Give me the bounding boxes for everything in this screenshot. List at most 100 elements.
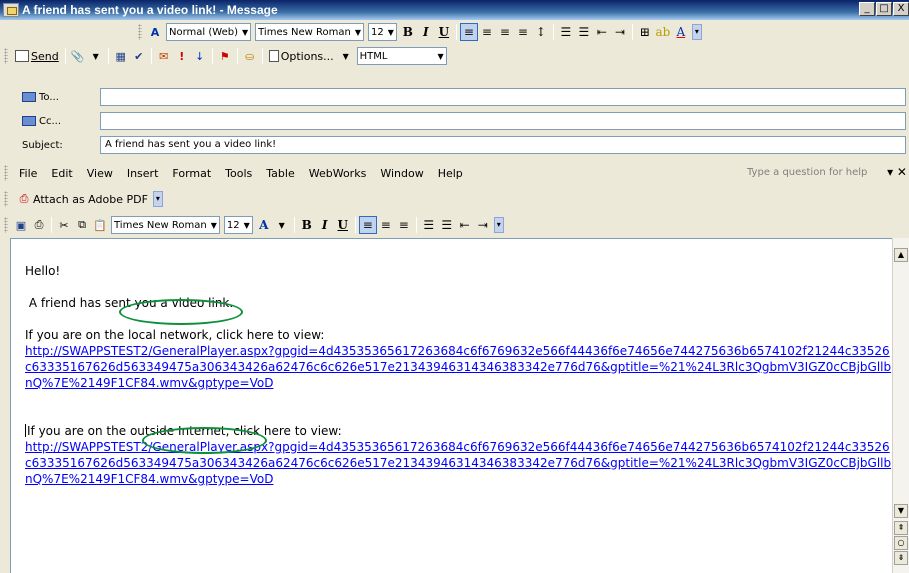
message-content[interactable]: Hello! A friend has sent you a video lin… (25, 263, 895, 487)
send-label: Send (31, 49, 59, 63)
align-left-icon[interactable]: ≡ (459, 23, 478, 41)
close-document-icon[interactable]: ▾ ✕ (887, 165, 907, 179)
send-icon (15, 50, 29, 62)
previous-object-icon[interactable]: ⇞ (894, 521, 908, 535)
toolbar-overflow-icon[interactable]: ▾ (691, 24, 702, 40)
maximize-button[interactable]: □ (876, 2, 892, 16)
toolbar-grip[interactable] (4, 191, 8, 207)
menu-edit[interactable]: Edit (44, 167, 79, 180)
menu-file[interactable]: File (12, 167, 44, 180)
copy-icon[interactable]: ⧉ (74, 217, 90, 233)
toolbar-overflow-icon[interactable]: ▾ (152, 191, 163, 207)
close-button[interactable]: X (893, 2, 909, 16)
menu-window[interactable]: Window (373, 167, 430, 180)
message-body[interactable]: Hello! A friend has sent you a video lin… (10, 238, 909, 573)
line-spacing-icon[interactable]: ↕ (532, 23, 550, 41)
styles-icon[interactable]: A (147, 24, 163, 40)
flag-icon[interactable]: ⚑ (217, 48, 233, 64)
permission-icon[interactable]: ⛀ (242, 48, 258, 64)
low-importance-icon[interactable]: ↓ (192, 48, 208, 64)
decrease-indent-icon[interactable]: ⇤ (456, 216, 474, 234)
chevron-down-icon: ▼ (241, 27, 249, 37)
annotation-circle-outside (142, 427, 267, 454)
menu-insert[interactable]: Insert (120, 167, 166, 180)
high-importance-icon[interactable]: ! (174, 48, 190, 64)
align-left-icon[interactable]: ≡ (358, 216, 377, 234)
underline-button[interactable]: U (334, 216, 352, 234)
align-center-icon[interactable]: ≡ (377, 216, 395, 234)
to-field[interactable] (100, 88, 906, 106)
scroll-up-icon[interactable]: ▲ (894, 248, 908, 262)
toolbar-grip[interactable] (4, 217, 8, 233)
font-color-icon[interactable]: A (672, 23, 690, 41)
paste-icon[interactable]: 📋 (92, 217, 108, 233)
select-browse-object-icon[interactable]: ○ (894, 536, 908, 550)
to-button[interactable]: To... (22, 88, 98, 106)
check-names-icon[interactable]: ✔ (131, 48, 147, 64)
send-button[interactable]: Send (12, 46, 62, 66)
scroll-down-icon[interactable]: ▼ (894, 504, 908, 518)
menu-webworks[interactable]: WebWorks (302, 167, 374, 180)
justify-icon[interactable]: ≡ (514, 23, 532, 41)
minimize-button[interactable]: _ (859, 2, 875, 16)
bullets-icon[interactable]: ☰ (575, 23, 593, 41)
save-icon[interactable]: ▣ (13, 217, 29, 233)
underline-button[interactable]: U (435, 23, 453, 41)
address-book-icon[interactable]: ▦ (113, 48, 129, 64)
decrease-indent-icon[interactable]: ⇤ (593, 23, 611, 41)
highlight-icon[interactable]: ab (654, 23, 672, 41)
local-video-link[interactable]: http://SWAPPSTEST2/GeneralPlayer.aspx?gp… (25, 344, 891, 390)
options-button[interactable]: Options... (266, 46, 337, 66)
size-select[interactable]: 12 ▼ (367, 23, 397, 41)
menu-help[interactable]: Help (431, 167, 470, 180)
title-bar: A friend has sent you a video link! - Me… (0, 0, 909, 20)
increase-indent-icon[interactable]: ⇥ (611, 23, 629, 41)
font-color-icon[interactable]: A (255, 216, 273, 234)
italic-button[interactable]: I (316, 216, 334, 234)
menu-view[interactable]: View (80, 167, 120, 180)
local-instruction: If you are on the local network, click h… (25, 327, 895, 343)
chevron-down-icon[interactable]: ▼ (338, 48, 354, 64)
style-select[interactable]: Normal (Web) ▼ (166, 23, 252, 41)
cut-icon[interactable]: ✂ (56, 217, 72, 233)
size-select[interactable]: 12 ▼ (223, 216, 253, 234)
align-center-icon[interactable]: ≡ (478, 23, 496, 41)
print-icon[interactable]: ⎙ (31, 217, 47, 233)
italic-button[interactable]: I (417, 23, 435, 41)
menu-format[interactable]: Format (165, 167, 218, 180)
menu-table[interactable]: Table (259, 167, 301, 180)
align-right-icon[interactable]: ≡ (395, 216, 413, 234)
chevron-down-icon[interactable]: ▼ (88, 48, 104, 64)
flag-message-icon[interactable]: ✉ (156, 48, 172, 64)
numbering-icon[interactable]: ☰ (557, 23, 575, 41)
help-search-input[interactable]: Type a question for help (747, 165, 885, 181)
align-right-icon[interactable]: ≡ (496, 23, 514, 41)
separator (64, 48, 66, 64)
bold-button[interactable]: B (399, 23, 417, 41)
numbering-icon[interactable]: ☰ (420, 216, 438, 234)
font-select[interactable]: Times New Roman ▼ (255, 23, 364, 41)
message-format-select[interactable]: HTML ▼ (356, 47, 447, 65)
cc-button[interactable]: Cc... (22, 112, 98, 130)
chevron-down-icon[interactable]: ▼ (274, 217, 290, 233)
bold-button[interactable]: B (298, 216, 316, 234)
separator (631, 24, 633, 40)
vertical-scrollbar[interactable]: ▲ ▼ ⇞ ○ ⇟ (892, 238, 909, 573)
borders-icon[interactable]: ⊞ (636, 23, 654, 41)
toolbar-overflow-icon[interactable]: ▾ (493, 217, 504, 233)
font-value: Times New Roman (258, 26, 351, 38)
subject-field[interactable]: A friend has sent you a video link! (100, 136, 906, 154)
font-select[interactable]: Times New Roman ▼ (111, 216, 220, 234)
options-label: Options... (280, 49, 334, 63)
toolbar-grip[interactable] (138, 24, 142, 40)
menu-tools[interactable]: Tools (218, 167, 259, 180)
paperclip-icon[interactable]: 📎 (70, 48, 86, 64)
increase-indent-icon[interactable]: ⇥ (474, 216, 492, 234)
toolbar-grip[interactable] (4, 165, 8, 181)
message-format-value: HTML (359, 50, 388, 62)
bullets-icon[interactable]: ☰ (438, 216, 456, 234)
cc-field[interactable] (100, 112, 906, 130)
next-object-icon[interactable]: ⇟ (894, 551, 908, 565)
attach-pdf-button[interactable]: ⎙ Attach as Adobe PDF (12, 189, 151, 209)
toolbar-grip[interactable] (4, 48, 8, 64)
